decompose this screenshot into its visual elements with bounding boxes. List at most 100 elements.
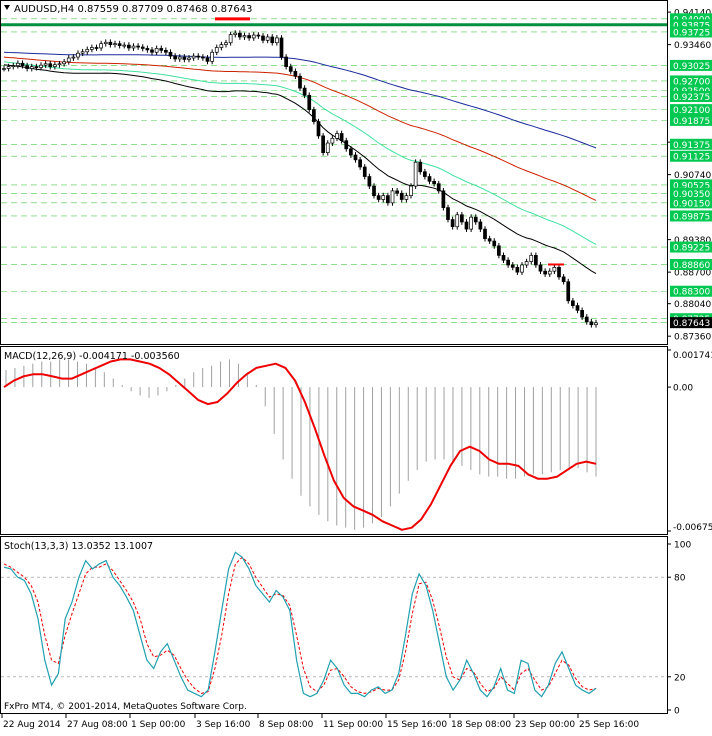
price-level-label: 0.91375 bbox=[673, 141, 710, 151]
chart-title: AUDUSD,H4 0.87559 0.87709 0.87468 0.8764… bbox=[14, 4, 252, 15]
price-candle bbox=[349, 148, 353, 156]
price-candle bbox=[575, 305, 580, 311]
price-candle bbox=[122, 44, 127, 47]
price-candle bbox=[358, 159, 362, 168]
chart-canvas[interactable]: 0.941400.934600.914200.907400.893800.887… bbox=[0, 0, 712, 732]
axis-labels: 0.941400.934600.914200.907400.893800.887… bbox=[1, 9, 712, 730]
price-candle bbox=[580, 310, 584, 318]
price-candle bbox=[335, 133, 339, 139]
macd-signal-line bbox=[3, 358, 597, 531]
price-candle bbox=[136, 45, 140, 48]
price-candle bbox=[436, 183, 441, 192]
macd-panel[interactable] bbox=[3, 358, 597, 531]
macd-axis-label: 0.00 bbox=[673, 384, 693, 394]
price-candle bbox=[173, 55, 177, 60]
price-candle bbox=[524, 261, 529, 266]
price-candle bbox=[376, 195, 381, 200]
price-candle bbox=[469, 216, 473, 230]
price-candle bbox=[113, 43, 117, 46]
price-candle bbox=[34, 66, 39, 68]
price-level-label: 0.89875 bbox=[673, 212, 710, 222]
price-candle bbox=[131, 45, 136, 49]
price-candle bbox=[76, 52, 80, 58]
price-candle bbox=[182, 56, 187, 60]
price-candle bbox=[6, 66, 11, 69]
price-candle bbox=[520, 264, 524, 273]
price-candle bbox=[270, 36, 275, 44]
price-candle bbox=[2, 68, 6, 70]
price-level-label: 0.88860 bbox=[673, 261, 710, 271]
stoch-main-line bbox=[3, 551, 597, 698]
price-candle bbox=[238, 32, 242, 38]
price-candle bbox=[71, 56, 76, 59]
price-candle bbox=[43, 63, 48, 66]
price-candle bbox=[16, 62, 20, 67]
price-candle bbox=[20, 62, 25, 67]
price-candle bbox=[547, 270, 552, 275]
price-level-label: 0.93025 bbox=[673, 62, 710, 72]
price-candle bbox=[159, 48, 164, 51]
stoch-signal-line bbox=[3, 556, 597, 694]
stoch-axis-label: 100 bbox=[674, 541, 691, 551]
moving-average-line bbox=[3, 51, 597, 149]
price-candle bbox=[450, 219, 455, 228]
price-candle bbox=[214, 47, 219, 53]
price-candle bbox=[205, 57, 210, 62]
stoch-axis-label: 0 bbox=[674, 707, 680, 717]
price-candle bbox=[367, 176, 372, 187]
price-candle bbox=[566, 281, 571, 302]
price-level-label: 0.92375 bbox=[673, 93, 710, 103]
price-candle bbox=[94, 47, 99, 49]
price-candle bbox=[298, 75, 302, 89]
macd-axis-label: -0.006756 bbox=[673, 523, 712, 533]
price-panel[interactable] bbox=[1, 17, 667, 328]
price-candle bbox=[529, 255, 534, 262]
chart-title-arrow-icon bbox=[4, 5, 10, 10]
price-candle bbox=[256, 34, 261, 37]
moving-average-line bbox=[3, 64, 597, 275]
price-candle bbox=[177, 56, 182, 60]
stoch-title: Stoch(13,3,3) 13.0352 13.1007 bbox=[4, 541, 153, 552]
price-candle bbox=[386, 195, 390, 204]
price-candle bbox=[284, 56, 288, 67]
price-candle bbox=[543, 270, 547, 275]
price-candle bbox=[561, 276, 566, 283]
stochastic-panel[interactable] bbox=[1, 551, 667, 698]
chart-window[interactable]: 0.941400.934600.914200.907400.893800.887… bbox=[0, 0, 712, 732]
price-level-label: 0.91125 bbox=[673, 153, 710, 163]
price-candle bbox=[103, 41, 108, 45]
price-candle bbox=[483, 228, 487, 240]
price-candle bbox=[478, 221, 483, 230]
price-candle bbox=[168, 51, 173, 57]
price-candle bbox=[288, 66, 293, 72]
price-candle bbox=[381, 195, 386, 200]
price-candle bbox=[464, 221, 469, 230]
price-candle bbox=[108, 41, 113, 45]
price-candle bbox=[265, 36, 270, 41]
price-level-label: 0.89225 bbox=[673, 244, 710, 254]
price-candle bbox=[404, 195, 409, 200]
price-candle bbox=[455, 214, 460, 228]
price-candle bbox=[90, 47, 94, 50]
price-candle bbox=[497, 245, 501, 256]
price-candle bbox=[224, 42, 228, 45]
price-candle bbox=[307, 94, 312, 110]
price-candle bbox=[62, 61, 66, 65]
stoch-axis-label: 80 bbox=[674, 574, 686, 584]
price-candle bbox=[279, 37, 284, 58]
price-candle bbox=[557, 267, 561, 278]
time-axis-label: 11 Sep 00:00 bbox=[323, 720, 383, 730]
price-level-label: 0.91875 bbox=[673, 117, 710, 127]
price-candle bbox=[594, 322, 598, 326]
price-candle bbox=[473, 216, 478, 223]
time-axis-label: 22 Aug 2014 bbox=[3, 720, 61, 730]
price-candle bbox=[321, 135, 325, 153]
price-candle bbox=[210, 51, 214, 62]
price-candle bbox=[460, 214, 464, 223]
price-candle bbox=[127, 44, 131, 49]
price-candle bbox=[339, 133, 344, 142]
price-candle bbox=[372, 185, 376, 197]
price-candle bbox=[312, 109, 316, 122]
time-axis-label: 3 Sep 16:00 bbox=[196, 720, 251, 730]
price-candle bbox=[275, 37, 279, 44]
